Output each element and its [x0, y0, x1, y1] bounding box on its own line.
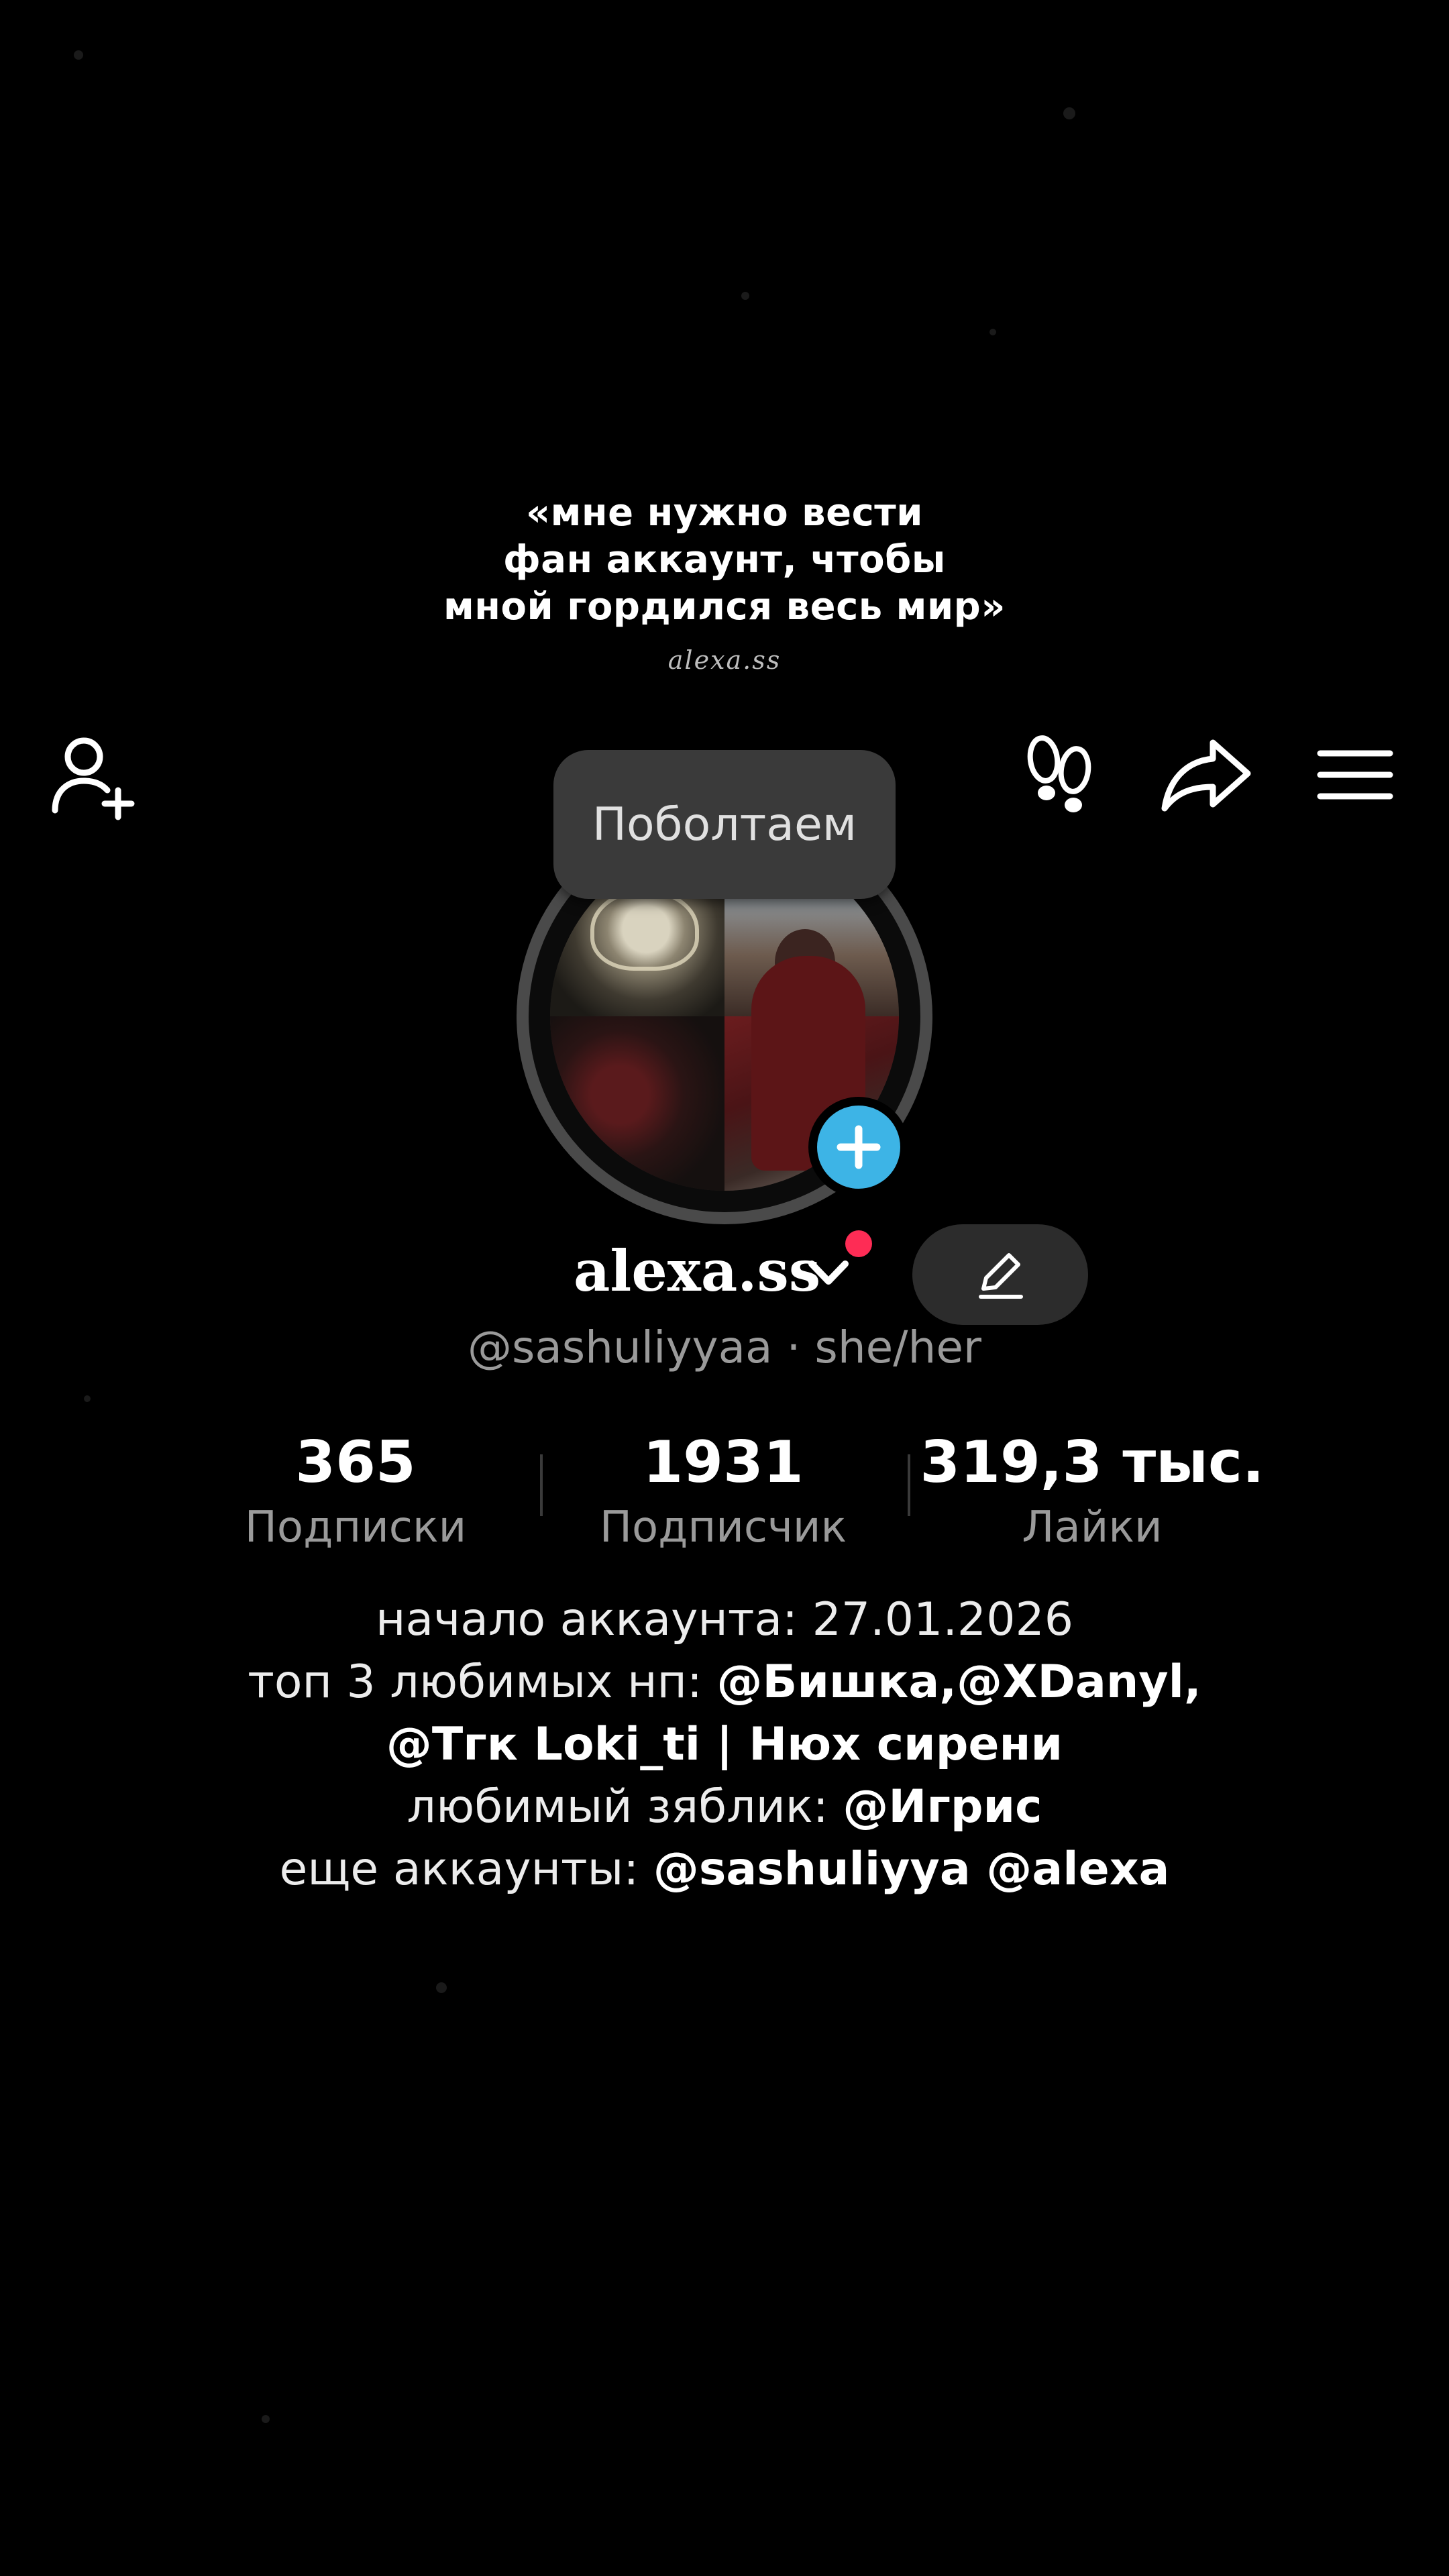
edit-profile-button[interactable]: [912, 1224, 1088, 1325]
likes-stat[interactable]: 319,3 тыс. Лайки: [918, 1426, 1267, 1556]
banner-quote-line: «мне нужно вести: [525, 491, 923, 535]
likes-label: Лайки: [1022, 1503, 1163, 1552]
dust-speck: [1063, 107, 1075, 119]
plus-icon: [837, 1125, 881, 1169]
bio-mention-link[interactable]: @sashuliyya @alexa: [653, 1843, 1170, 1896]
bio-text: топ 3 любимых нп:: [248, 1656, 717, 1709]
bio-text: еще аккаунты:: [279, 1843, 653, 1896]
share-profile-button[interactable]: [1150, 721, 1261, 828]
hamburger-menu-icon: [1317, 750, 1393, 800]
bio-line: @Тгк Loki_ti | Нюх сирени: [0, 1713, 1449, 1776]
display-name[interactable]: alexa.ss: [574, 1238, 820, 1305]
add-story-button[interactable]: [808, 1097, 909, 1197]
dust-speck: [74, 50, 83, 60]
banner-quote-line: мной гордился весь мир»: [443, 585, 1006, 629]
profile-page: «мне нужно вести фан аккаунт, чтобы мной…: [0, 0, 1449, 2576]
bio-line: начало аккаунта: 27.01.2026: [0, 1589, 1449, 1651]
chevron-down-icon[interactable]: [805, 1253, 852, 1293]
dust-speck: [84, 1395, 91, 1402]
following-count: 365: [295, 1429, 416, 1496]
ribbon-bow: [590, 889, 699, 971]
menu-button[interactable]: [1301, 721, 1409, 828]
bio-line: еще аккаунты: @sashuliyya @alexa: [0, 1838, 1449, 1900]
bio-mention-link[interactable]: @Бишка,@XDanyl,: [717, 1656, 1201, 1709]
banner-quote: «мне нужно вести фан аккаунт, чтобы мной…: [0, 490, 1449, 631]
bio-mention-link[interactable]: @Тгк Loki_ti | Нюх сирени: [386, 1718, 1063, 1771]
bio-mention-link[interactable]: @Игрис: [843, 1780, 1042, 1833]
share-arrow-icon: [1161, 739, 1250, 812]
dust-speck: [741, 292, 749, 300]
username-pronouns: @sashuliyyaa · she/her: [467, 1322, 982, 1373]
add-friend-icon: [52, 737, 135, 820]
followers-stat[interactable]: 1931 Подписчик: [549, 1426, 898, 1556]
followers-label: Подписчик: [599, 1503, 847, 1552]
dust-speck: [436, 1982, 447, 1993]
bio-line: любимый зяблик: @Игрис: [0, 1776, 1449, 1838]
chat-tooltip-label: Поболтаем: [592, 798, 857, 851]
collage-tile: [550, 1016, 724, 1191]
chat-tooltip[interactable]: Поболтаем: [553, 750, 896, 899]
bio-text: начало аккаунта: 27.01.2026: [376, 1593, 1073, 1646]
banner-quote-line: фан аккаунт, чтобы: [503, 538, 946, 582]
pencil-icon: [979, 1253, 1023, 1299]
notification-dot: [845, 1230, 872, 1257]
likes-count: 319,3 тыс.: [920, 1429, 1265, 1496]
banner-signature: alexa.ss: [667, 645, 782, 675]
followers-count: 1931: [643, 1429, 804, 1496]
stat-divider: [540, 1454, 543, 1516]
following-label: Подписки: [244, 1503, 467, 1552]
dust-speck: [989, 329, 996, 335]
stat-divider: [908, 1454, 910, 1516]
bio: начало аккаунта: 27.01.2026 топ 3 любимы…: [0, 1589, 1449, 1900]
footprints-icon: [1027, 735, 1091, 812]
dust-speck: [262, 2415, 270, 2423]
add-story-circle: [817, 1106, 900, 1189]
bio-text: любимый зяблик:: [407, 1780, 843, 1833]
bio-line: топ 3 любимых нп: @Бишка,@XDanyl,: [0, 1651, 1449, 1713]
following-stat[interactable]: 365 Подписки: [181, 1426, 530, 1556]
add-friend-button[interactable]: [40, 724, 148, 832]
profile-views-button[interactable]: [1006, 721, 1114, 828]
